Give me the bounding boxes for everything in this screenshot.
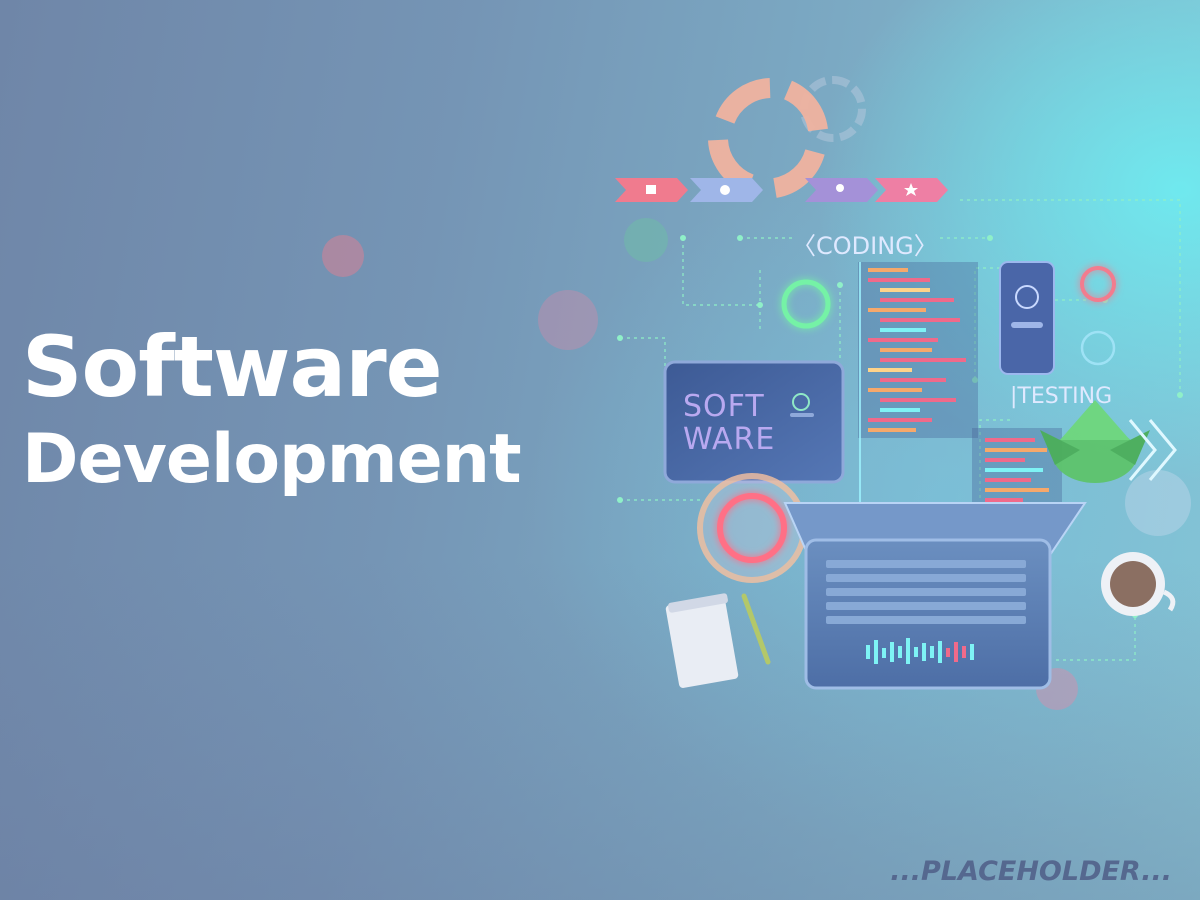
- phone: [999, 261, 1055, 375]
- laptop: [783, 502, 1087, 690]
- hero-banner: 〈CODING〉 |TESTING SOFT WARE Software Dev…: [0, 0, 1200, 900]
- tablet-software-label: SOFT WARE: [683, 389, 776, 457]
- chart-icon: [720, 185, 730, 195]
- pen-icon: [741, 593, 771, 665]
- coffee-cup-icon: [1101, 552, 1176, 616]
- notebook-icon: [665, 593, 739, 688]
- blue-ring: [1080, 330, 1116, 366]
- pink-ring: [1080, 266, 1116, 302]
- testing-label: |TESTING: [1010, 384, 1113, 409]
- glow-halo: [697, 473, 807, 583]
- location-pin-icon: [836, 184, 844, 192]
- hero-title-line1: Software: [22, 318, 443, 416]
- cycle-arrows-icon: [708, 78, 828, 198]
- watermark: ...PLACEHOLDER...: [890, 856, 1172, 887]
- home-icon: [646, 185, 656, 194]
- green-ring: [781, 279, 831, 329]
- hero-title-line2: Development: [22, 420, 522, 499]
- coding-label: 〈CODING〉: [792, 232, 938, 260]
- code-panel: [858, 262, 978, 438]
